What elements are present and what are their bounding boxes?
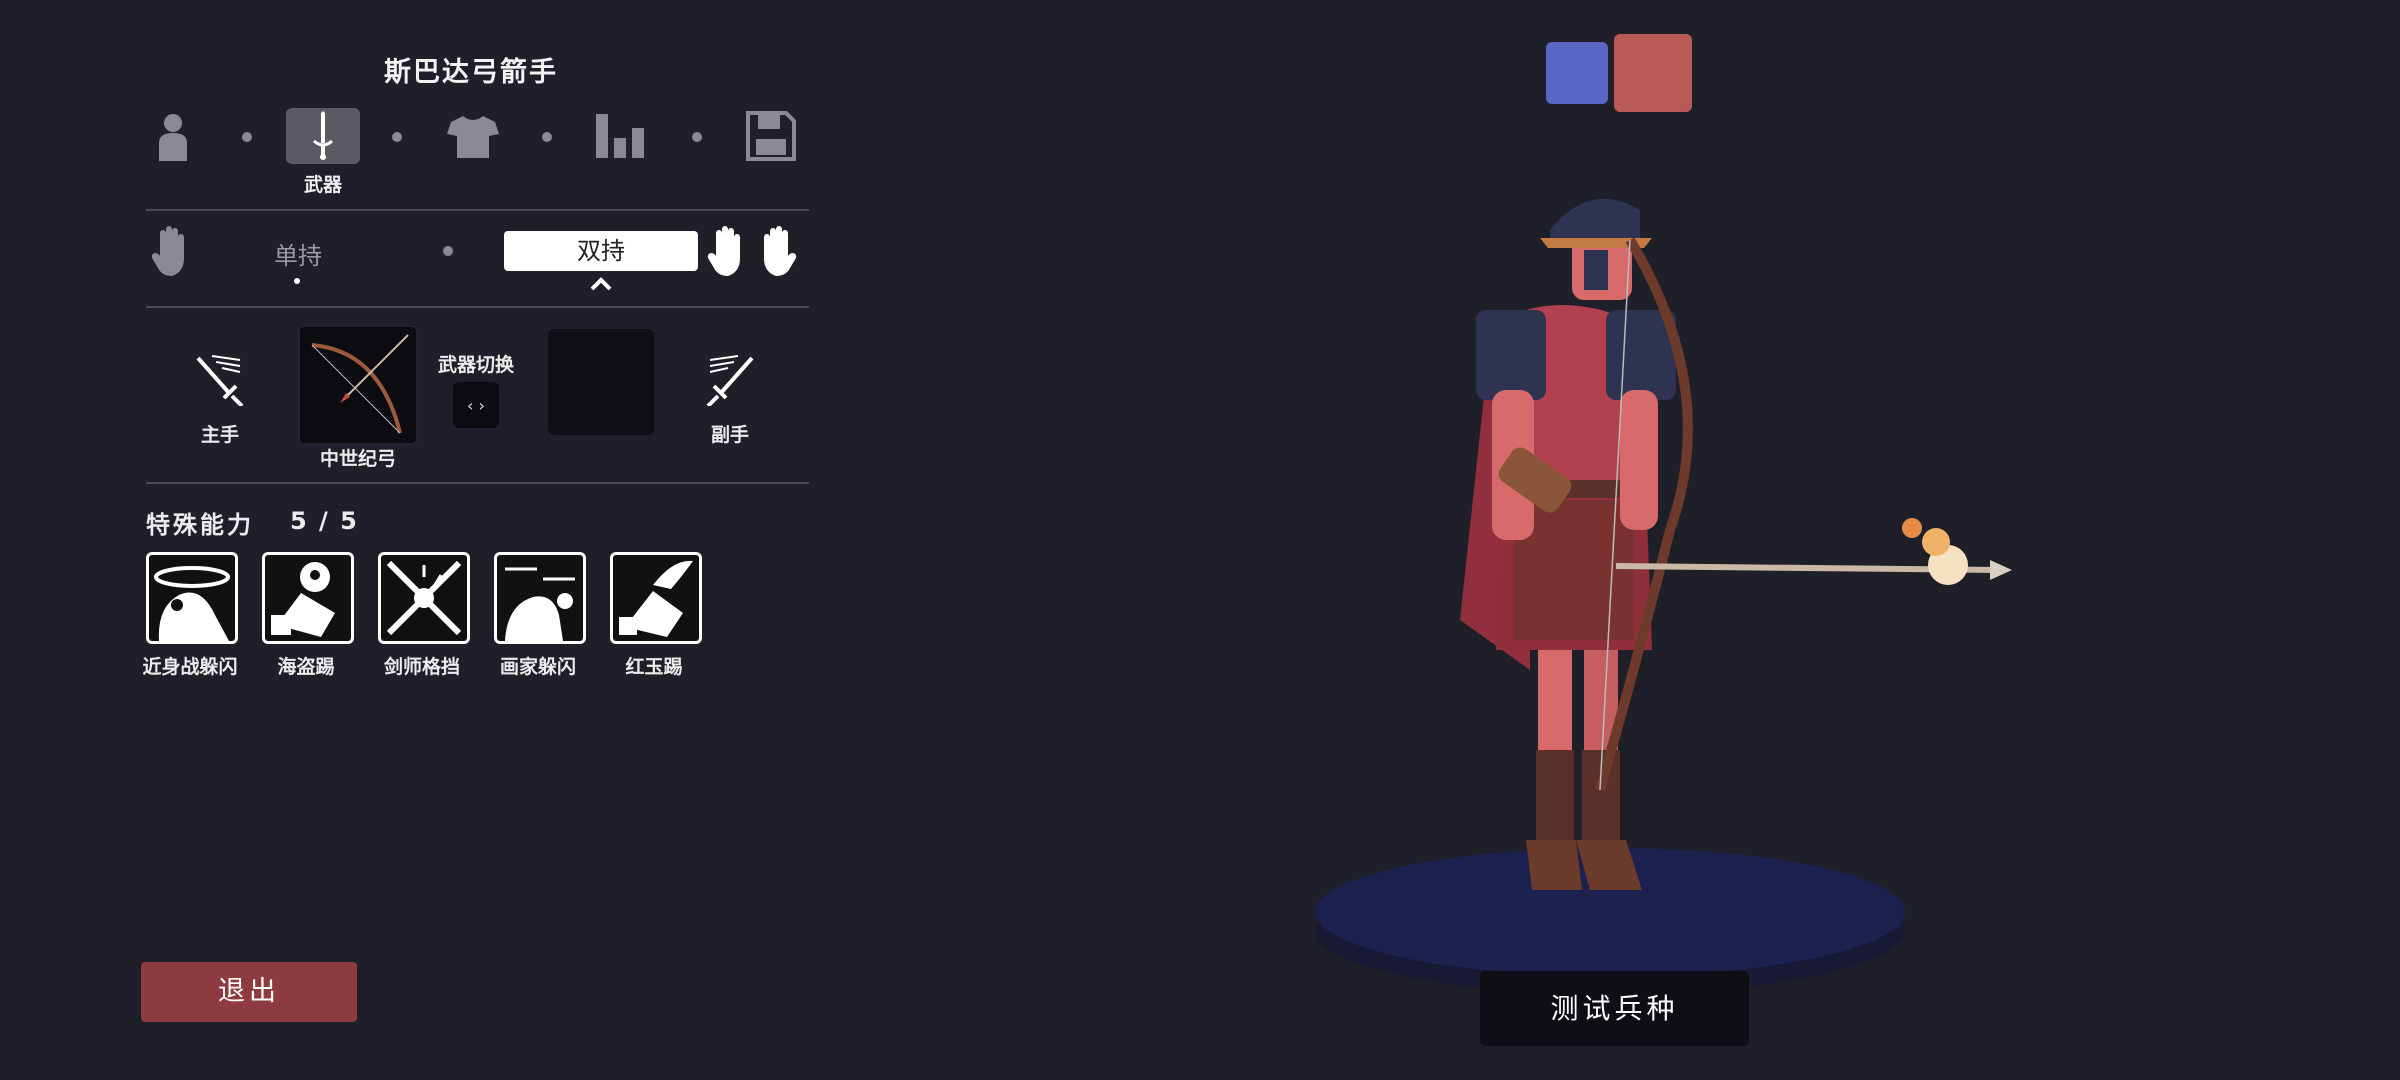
section-divider [146, 482, 809, 484]
chevron-up-icon [590, 276, 612, 295]
person-icon [159, 114, 187, 161]
grip-single-indicator [294, 278, 300, 284]
team-color-red[interactable] [1614, 34, 1692, 112]
ability-slot-melee-dodge[interactable] [146, 552, 238, 644]
pirate-kick-icon [271, 562, 335, 637]
test-unit-button[interactable]: 测试兵种 [1480, 971, 1749, 1046]
unit-preview [1315, 198, 2012, 994]
grip-single-option[interactable]: 单持 [274, 236, 322, 271]
floppy-disk-icon [746, 111, 796, 161]
main-weapon-name: 中世纪弓 [319, 448, 396, 470]
ability-slot-ruby-kick[interactable] [610, 552, 702, 644]
weapon-swap-label: 武器切换 [437, 354, 514, 376]
ability-label: 近身战躲闪 [142, 656, 238, 678]
section-divider [146, 306, 809, 308]
tab-weapon-label: 武器 [303, 174, 342, 196]
melee-dodge-icon [154, 566, 230, 641]
off-hand-weapon-slot[interactable] [548, 329, 654, 435]
ability-label: 画家躲闪 [499, 656, 576, 678]
main-hand-icon [194, 354, 246, 410]
ability-slot-pirate-kick[interactable] [262, 552, 354, 644]
tab-separator-dot [692, 132, 702, 142]
ability-label: 剑师格挡 [383, 656, 460, 678]
tab-separator-dot [542, 132, 552, 142]
tab-weapon[interactable] [286, 108, 360, 164]
ability-label: 红玉踢 [625, 656, 683, 678]
weapon-swap-button[interactable]: ‹ › [453, 382, 499, 428]
grip-separator-dot [443, 246, 453, 256]
main-weapon-slot[interactable] [298, 325, 418, 445]
team-color-blue[interactable] [1546, 42, 1608, 104]
tab-save[interactable] [734, 108, 808, 164]
off-hand-label: 副手 [710, 424, 749, 446]
sword-icon [313, 111, 333, 160]
unit-name-title: 斯巴达弓箭手 [384, 57, 558, 88]
tab-separator-dot [392, 132, 402, 142]
exit-button[interactable]: 退出 [141, 962, 357, 1022]
painter-dodge-icon [505, 567, 575, 641]
ability-slot-painter-dodge[interactable] [494, 552, 586, 644]
abilities-title: 特殊能力 [146, 511, 254, 539]
section-divider [146, 209, 809, 211]
ability-slot-sword-parry[interactable] [378, 552, 470, 644]
ruby-kick-icon [619, 560, 693, 637]
tab-stats[interactable] [584, 108, 658, 164]
sword-parry-icon [386, 560, 462, 636]
main-hand-label: 主手 [200, 424, 239, 446]
tab-body[interactable] [136, 108, 210, 164]
dual-hands-icon [706, 226, 798, 282]
tab-clothing[interactable] [436, 108, 510, 164]
abilities-count: 5 / 5 [290, 507, 359, 535]
ability-label: 海盗踢 [277, 656, 335, 678]
bow-icon [311, 334, 409, 434]
off-hand-icon [704, 354, 756, 410]
shirt-icon [447, 116, 499, 158]
grip-dual-option[interactable]: 双持 [504, 231, 698, 271]
single-hand-icon [151, 226, 194, 282]
bar-chart-icon [596, 114, 644, 158]
tab-separator-dot [242, 132, 252, 142]
